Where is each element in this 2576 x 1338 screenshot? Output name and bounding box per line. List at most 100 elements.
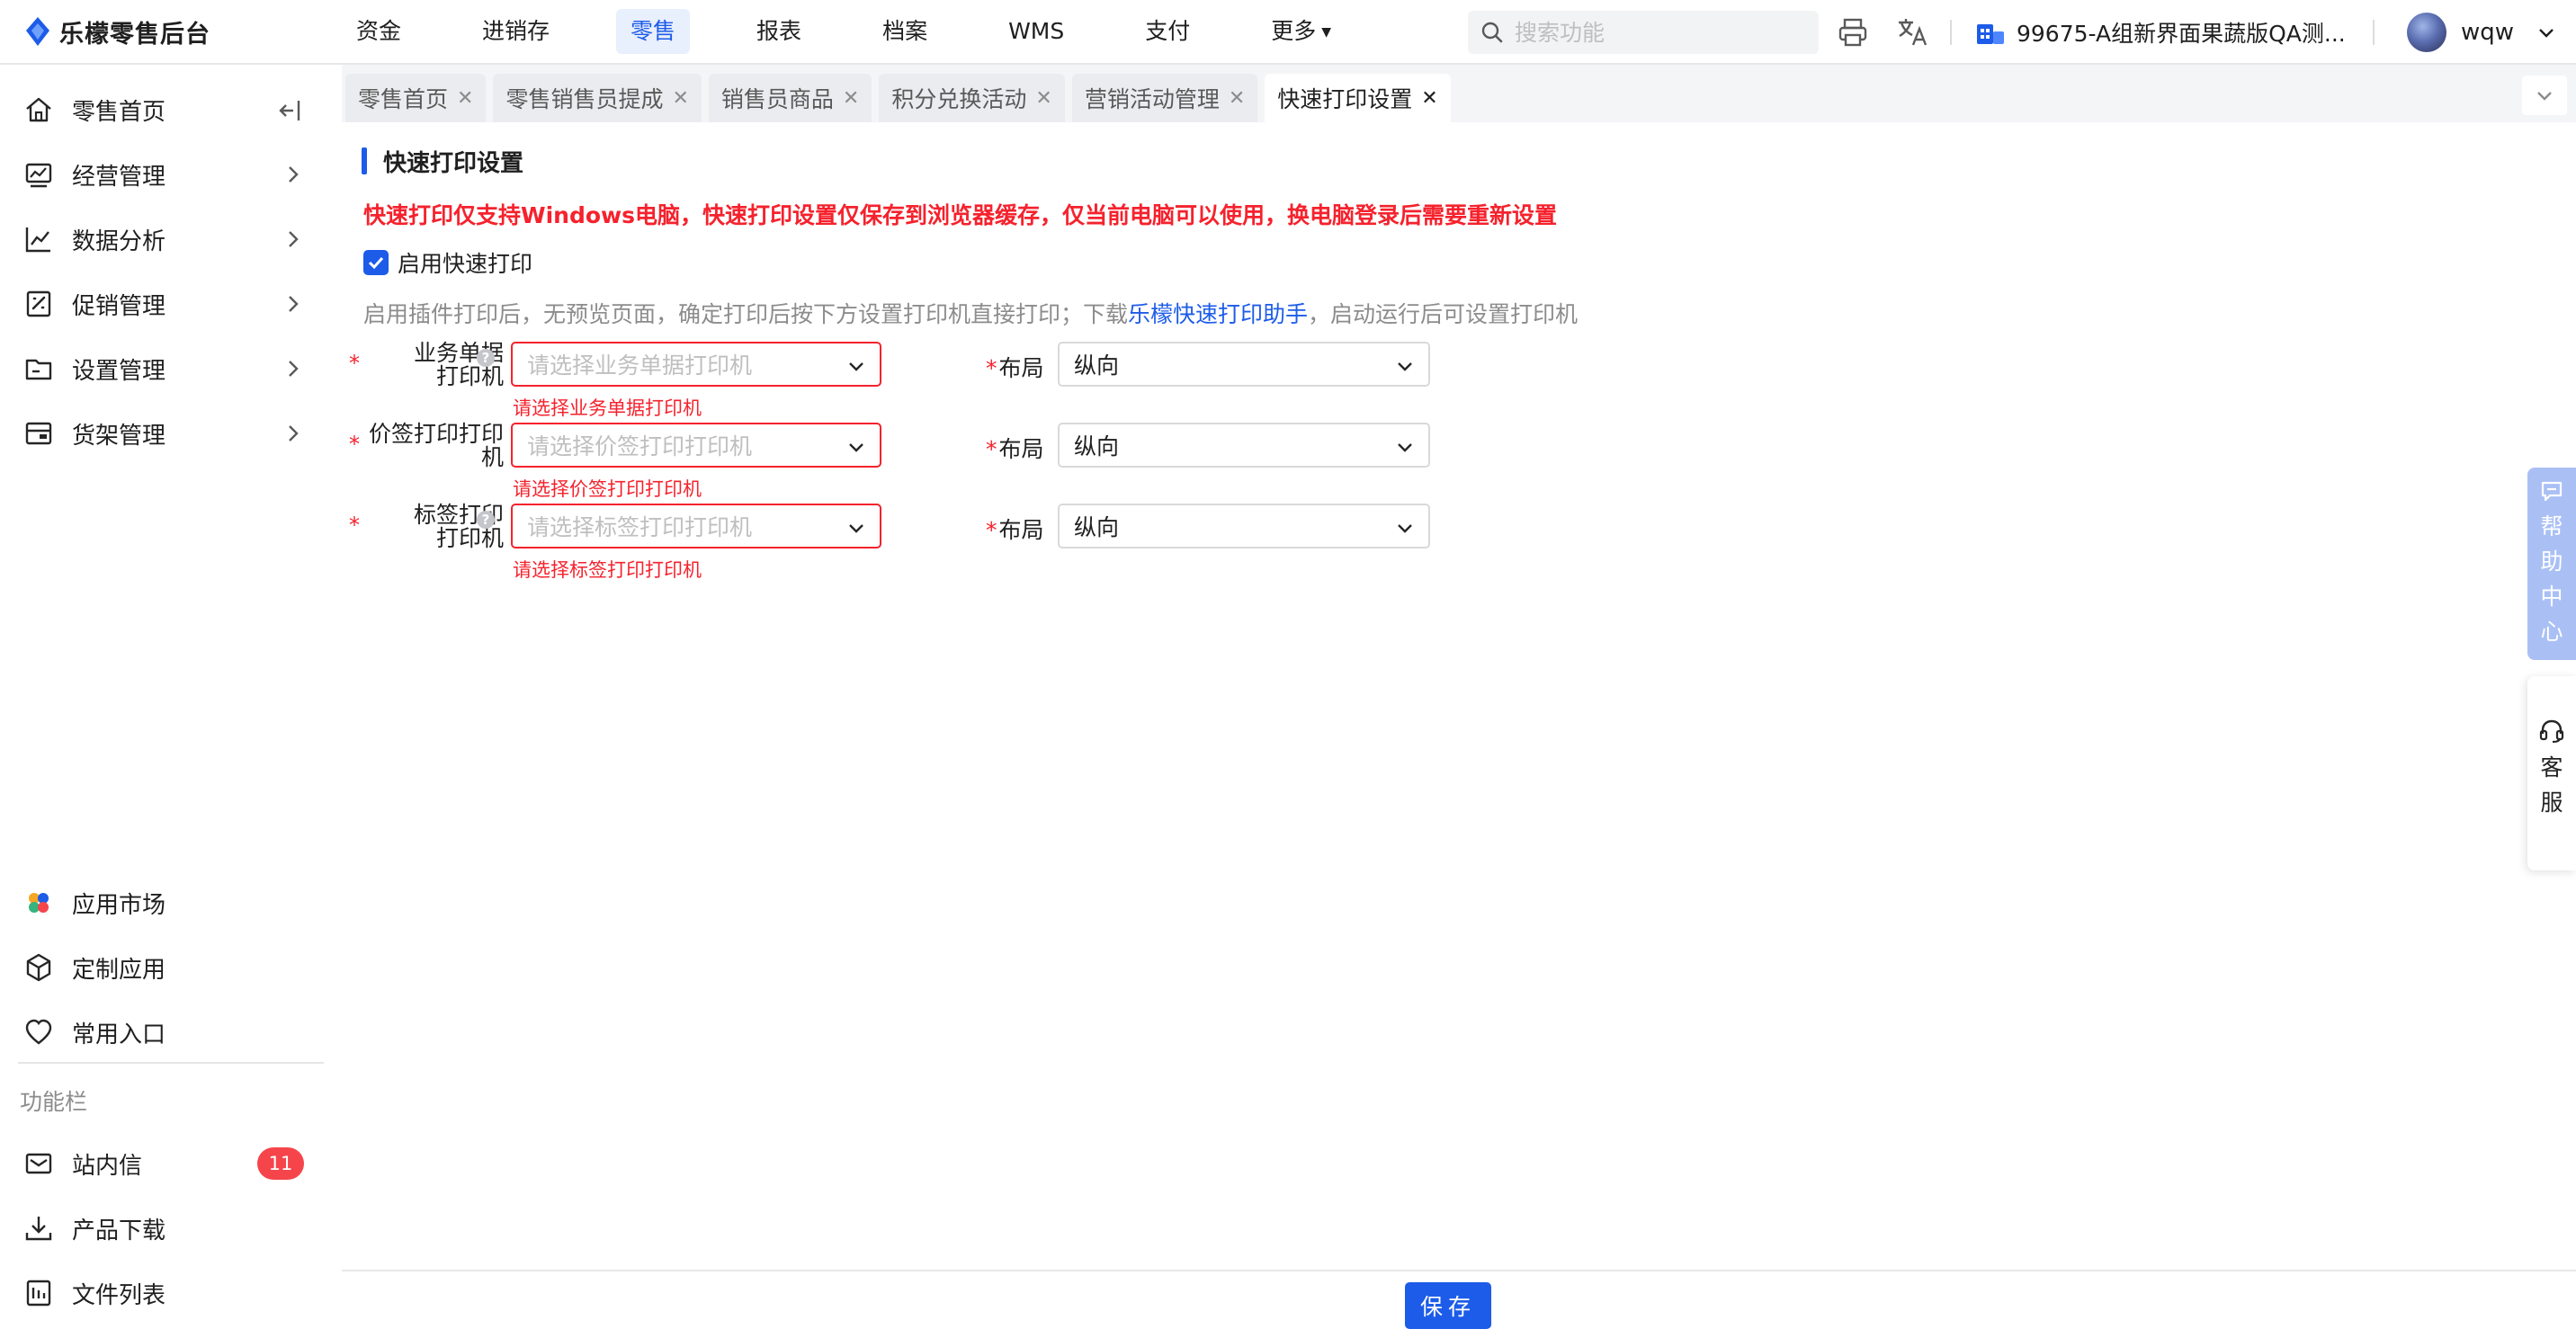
nav-retail[interactable]: 零售 bbox=[616, 9, 691, 54]
chevron-down-icon bbox=[849, 443, 863, 452]
close-icon[interactable]: ✕ bbox=[1035, 87, 1051, 110]
check-icon bbox=[368, 256, 384, 270]
search-input[interactable] bbox=[1515, 19, 1802, 46]
sidebar-item-operations[interactable]: 经营管理 bbox=[0, 146, 342, 203]
download-icon bbox=[25, 1217, 52, 1241]
select-placeholder: 请选择业务单据打印机 bbox=[527, 352, 753, 379]
layout-label-text: 布局 bbox=[998, 436, 1044, 462]
label-printer-select[interactable]: 请选择标签打印打印机 bbox=[511, 504, 881, 549]
tabs-more-button[interactable] bbox=[2522, 76, 2567, 115]
header-separator bbox=[2373, 20, 2375, 45]
save-button[interactable]: 保存 bbox=[1405, 1282, 1491, 1329]
translate-icon[interactable] bbox=[1896, 16, 1928, 49]
nav-payment[interactable]: 支付 bbox=[1131, 9, 1204, 54]
sidebar-item-label: 数据分析 bbox=[72, 227, 166, 255]
layout-label: *布局 bbox=[986, 432, 1044, 464]
store-selector[interactable]: 99675-A组新界面果蔬版QA测... bbox=[1975, 14, 2346, 50]
app-root: 乐檬零售后台 资金 进销存 零售 报表 档案 WMS 支付 更多 ▼ 搜索功能 … bbox=[0, 0, 2576, 1338]
document-printer-select[interactable]: 请选择业务单据打印机 bbox=[511, 342, 881, 387]
download-helper-link[interactable]: 乐檬快速打印助手 bbox=[1128, 301, 1308, 327]
chevron-down-icon bbox=[1398, 443, 1412, 452]
form-row-document-printer: * 业务单据 打印机 ? 请选择业务单据打印机 请选择业务单据打印机 *布局 纵… bbox=[342, 342, 1781, 423]
tab-marketing[interactable]: 营销活动管理 ✕ bbox=[1071, 74, 1258, 122]
document-layout-select[interactable]: 纵向 bbox=[1058, 342, 1430, 387]
sidebar-item-app-market[interactable]: 应用市场 bbox=[0, 874, 342, 932]
help-question-icon[interactable]: ? bbox=[477, 349, 495, 367]
chevron-down-icon bbox=[1398, 524, 1412, 533]
user-name: wqw bbox=[2461, 19, 2515, 46]
field-label-line1: 价签打印打印 bbox=[368, 421, 504, 447]
nav-archive[interactable]: 档案 bbox=[868, 9, 942, 54]
folder-icon bbox=[25, 359, 52, 380]
avatar bbox=[2407, 13, 2446, 52]
nav-reports[interactable]: 报表 bbox=[742, 9, 816, 54]
search-icon bbox=[1481, 22, 1503, 43]
sidebar-divider bbox=[18, 1062, 324, 1064]
logo[interactable]: 乐檬零售后台 bbox=[0, 14, 342, 49]
nav-more[interactable]: 更多 ▼ bbox=[1257, 9, 1346, 54]
sidebar-item-promotion[interactable]: 促销管理 bbox=[0, 275, 342, 333]
sidebar-item-custom-app[interactable]: 定制应用 bbox=[0, 939, 342, 996]
hint-prefix: 启用插件打印后，无预览页面，确定打印后按下方设置打印机直接打印；下载 bbox=[363, 301, 1129, 327]
title-accent-bar bbox=[362, 147, 367, 174]
chevron-right-icon bbox=[289, 231, 299, 247]
page-tabs: 零售首页 ✕ 零售销售员提成 ✕ 销售员商品 ✕ 积分兑换活动 ✕ 营销活动管理 ✕ 快速… bbox=[342, 65, 2576, 122]
collapse-sidebar-icon[interactable] bbox=[275, 95, 306, 126]
cube-icon bbox=[26, 953, 51, 982]
form-row-label-printer: * 标签打印 打印机 ? 请选择标签打印打印机 请选择标签打印打印机 *布局 纵… bbox=[342, 504, 1781, 584]
price-tag-printer-select[interactable]: 请选择价签打印打印机 bbox=[511, 423, 881, 468]
tab-sales-commission[interactable]: 零售销售员提成 ✕ bbox=[493, 74, 702, 122]
nav-more-label: 更多 bbox=[1271, 18, 1317, 44]
nav-wms[interactable]: WMS bbox=[994, 9, 1078, 54]
sidebar-item-favorites[interactable]: 常用入口 bbox=[0, 1004, 342, 1061]
tab-label: 快速打印设置 bbox=[1277, 86, 1413, 112]
sidebar-item-settings[interactable]: 设置管理 bbox=[0, 340, 342, 397]
dashboard-icon bbox=[25, 163, 52, 188]
nav-funds[interactable]: 资金 bbox=[342, 9, 416, 54]
customer-service-tab[interactable]: 客 服 bbox=[2527, 676, 2576, 870]
sidebar-item-label: 文件列表 bbox=[72, 1281, 166, 1309]
close-icon[interactable]: ✕ bbox=[1421, 87, 1437, 110]
field-label-line2: 打印机 bbox=[435, 525, 504, 551]
close-icon[interactable]: ✕ bbox=[843, 87, 859, 110]
page-title-text: 快速打印设置 bbox=[383, 149, 524, 177]
help-center-tab[interactable]: 帮 助 中 心 bbox=[2527, 468, 2576, 660]
search-box[interactable] bbox=[1468, 11, 1819, 54]
footer-bar: 保存 bbox=[342, 1270, 2576, 1338]
close-icon[interactable]: ✕ bbox=[672, 87, 688, 110]
sidebar-item-download[interactable]: 产品下载 bbox=[0, 1200, 342, 1257]
tab-label: 积分兑换活动 bbox=[891, 86, 1027, 112]
tab-salesperson-goods[interactable]: 销售员商品 ✕ bbox=[708, 74, 872, 122]
price-tag-layout-select[interactable]: 纵向 bbox=[1058, 423, 1430, 468]
heart-icon bbox=[25, 1019, 52, 1045]
enable-quick-print-checkbox[interactable] bbox=[363, 250, 389, 275]
mail-icon bbox=[25, 1153, 52, 1174]
sidebar: 零售首页 经营管理 数据分析 促销管理 设置管理 货架管理 应用市场 定制应用 … bbox=[0, 65, 342, 1338]
close-icon[interactable]: ✕ bbox=[1229, 87, 1245, 110]
sidebar-item-analytics[interactable]: 数据分析 bbox=[0, 210, 342, 268]
tab-retail-home[interactable]: 零售首页 ✕ bbox=[345, 74, 487, 122]
sidebar-item-label: 经营管理 bbox=[72, 163, 166, 191]
sidebar-item-label: 货架管理 bbox=[72, 422, 166, 450]
tab-label: 零售销售员提成 bbox=[505, 86, 664, 112]
help-question-icon[interactable]: ? bbox=[477, 511, 495, 529]
top-nav: 资金 进销存 零售 报表 档案 WMS 支付 更多 ▼ bbox=[342, 0, 1398, 64]
header-separator bbox=[1950, 20, 1952, 45]
nav-inventory[interactable]: 进销存 bbox=[468, 9, 564, 54]
close-icon[interactable]: ✕ bbox=[457, 87, 473, 110]
printer-icon[interactable] bbox=[1837, 16, 1869, 49]
store-icon bbox=[1977, 24, 2004, 44]
field-label-line2: 打印机 bbox=[435, 363, 504, 389]
layout-label: *布局 bbox=[986, 513, 1044, 545]
promotion-icon bbox=[26, 290, 51, 317]
label-layout-select[interactable]: 纵向 bbox=[1058, 504, 1430, 549]
layout-label-text: 布局 bbox=[998, 355, 1044, 381]
top-header: 乐檬零售后台 资金 进销存 零售 报表 档案 WMS 支付 更多 ▼ 搜索功能 … bbox=[0, 0, 2576, 65]
tab-quick-print-settings[interactable]: 快速打印设置 ✕ bbox=[1265, 74, 1451, 122]
sidebar-item-files[interactable]: 文件列表 bbox=[0, 1264, 342, 1322]
enable-quick-print[interactable]: 启用快速打印 bbox=[363, 246, 532, 279]
user-menu[interactable]: wqw bbox=[2407, 11, 2557, 54]
tab-points-exchange[interactable]: 积分兑换活动 ✕ bbox=[879, 74, 1065, 122]
sidebar-item-messages[interactable]: 站内信 11 bbox=[0, 1135, 342, 1192]
sidebar-item-shelf[interactable]: 货架管理 bbox=[0, 405, 342, 462]
